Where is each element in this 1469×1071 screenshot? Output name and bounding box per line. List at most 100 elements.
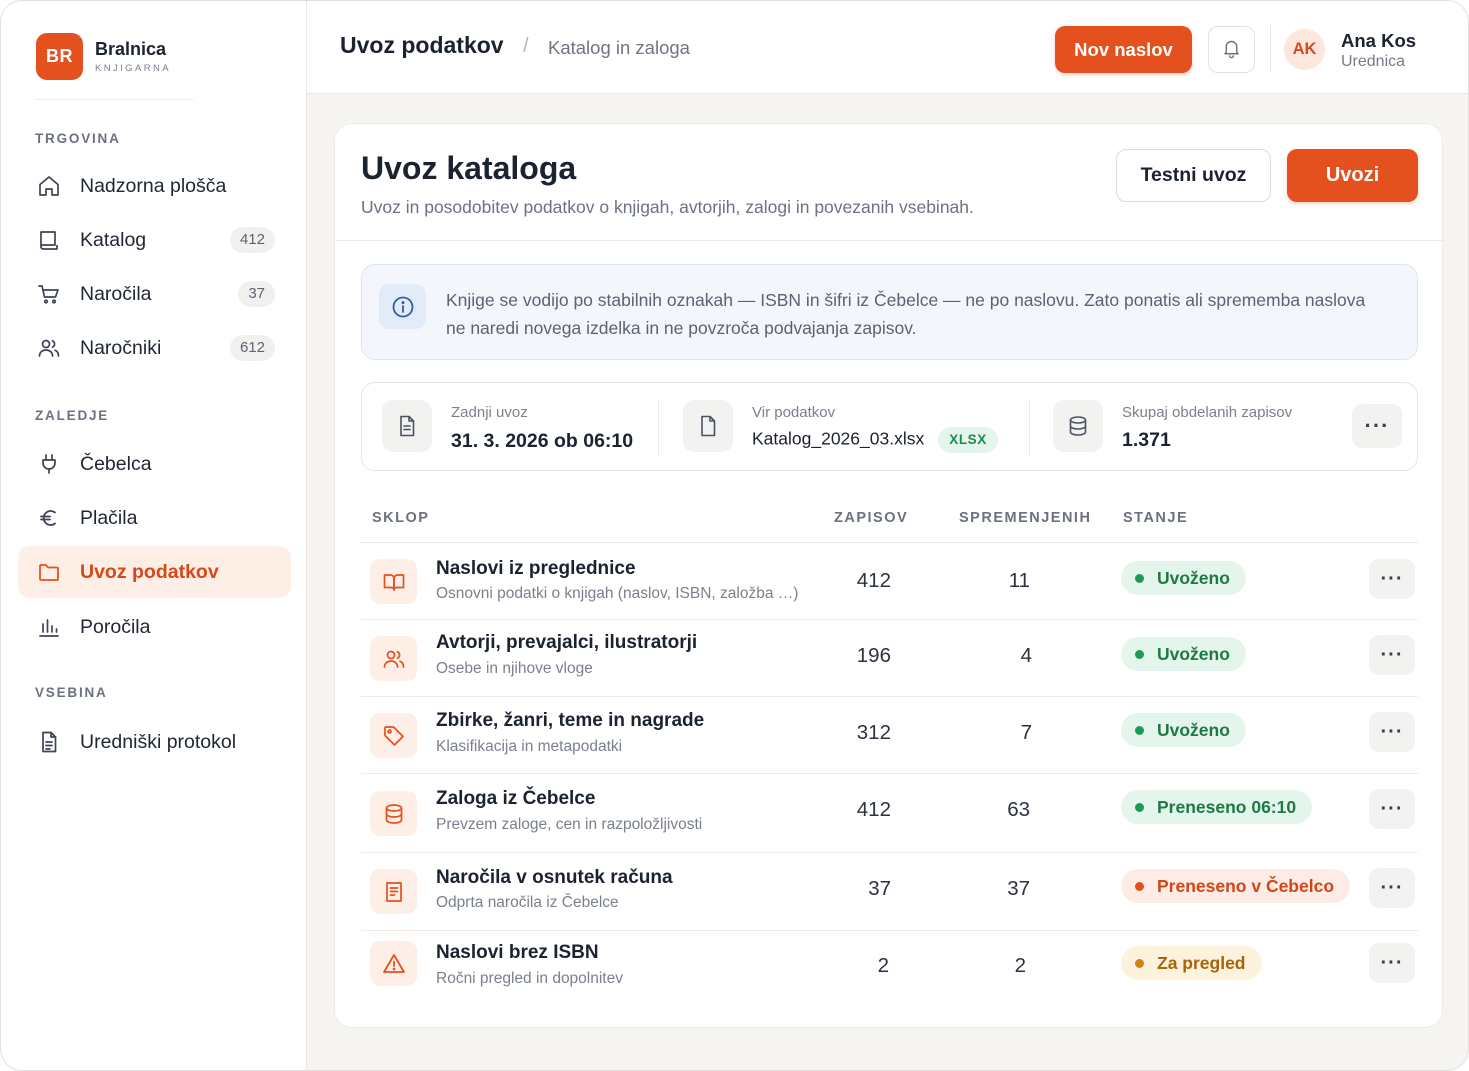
sidebar-item-label: Uvoz podatkov (80, 560, 219, 583)
avatar[interactable]: AK (1284, 29, 1325, 70)
breadcrumb-separator: / (523, 35, 529, 57)
breadcrumb[interactable]: Katalog in zaloga (548, 37, 690, 59)
top-bar: Uvoz podatkov / Katalog in zaloga Nov na… (307, 1, 1468, 94)
section-title-trgovina: TRGOVINA (35, 131, 121, 146)
records-count: 312 (856, 721, 891, 744)
receipt-icon (370, 869, 417, 914)
brand-logo: BR (36, 33, 83, 80)
changed-count: 37 (1007, 877, 1030, 900)
changed-count: 11 (1008, 569, 1030, 592)
sidebar-item-orders[interactable]: Naročila 37 (18, 268, 291, 320)
sidebar-item-label: Plačila (80, 506, 138, 529)
divider (335, 240, 1444, 241)
count-badge: 612 (229, 335, 275, 361)
plug-icon (36, 451, 62, 477)
test-import-button[interactable]: Testni uvoz (1116, 149, 1271, 202)
status-label: Za pregled (1157, 952, 1246, 973)
open-book-icon (370, 559, 417, 604)
section-title-vsebina: VSEBINA (35, 685, 108, 700)
sidebar-item-dashboard[interactable]: Nadzorna plošča (18, 160, 291, 212)
records-count: 37 (868, 877, 891, 900)
table-row[interactable]: Naslovi brez ISBN Ročni pregled in dopol… (361, 931, 1418, 1008)
row-title: Avtorji, prevajalci, ilustratorji (436, 632, 698, 653)
user-name[interactable]: Ana Kos (1341, 30, 1416, 52)
more-options-button[interactable]: ··· (1352, 404, 1402, 448)
sidebar-item-data-import[interactable]: Uvoz podatkov (18, 546, 291, 598)
changed-count: 2 (1014, 954, 1026, 977)
tag-icon (370, 713, 417, 758)
cart-icon (36, 281, 62, 307)
last-import-value: 31. 3. 2026 ob 06:10 (451, 430, 634, 452)
brand-subtitle: KNJIGARNA (95, 63, 171, 74)
row-more-button[interactable]: ··· (1369, 943, 1415, 983)
divider (34, 99, 194, 100)
brand[interactable]: BR Bralnica KNJIGARNA (36, 33, 171, 80)
database-icon (370, 791, 417, 836)
records-count: 2 (877, 954, 889, 977)
row-more-button[interactable]: ··· (1369, 559, 1415, 599)
row-description: Osebe in njihove vloge (436, 660, 593, 677)
row-title: Naslovi iz preglednice (436, 558, 636, 579)
card-title: Uvoz kataloga (361, 150, 577, 186)
sidebar-item-subscribers[interactable]: Naročniki 612 (18, 322, 291, 374)
status-badge: Uvoženo (1121, 713, 1246, 747)
divider (1029, 400, 1030, 455)
sidebar-item-catalog[interactable]: Katalog 412 (18, 214, 291, 266)
column-header-set: SKLOP (372, 510, 430, 526)
last-import: Zadnji uvoz 31. 3. 2026 ob 06:10 (382, 400, 633, 453)
column-header-status: STANJE (1123, 510, 1189, 526)
new-title-button[interactable]: Nov naslov (1055, 26, 1192, 73)
total-records: Skupaj obdelanih zapisov 1.371 (1053, 400, 1292, 452)
table-row[interactable]: Zbirke, žanri, teme in nagrade Klasifika… (361, 697, 1418, 774)
status-label: Uvoženo (1157, 719, 1230, 740)
source-file-name[interactable]: Katalog_2026_03.xlsx (752, 429, 924, 449)
database-icon (1053, 400, 1103, 452)
table-row[interactable]: Zaloga iz Čebelce Prevzem zaloge, cen in… (361, 774, 1418, 853)
row-title: Naslovi brez ISBN (436, 942, 599, 963)
row-title: Naročila v osnutek računa (436, 867, 673, 888)
column-header-records: ZAPISOV (834, 510, 909, 526)
row-more-button[interactable]: ··· (1369, 712, 1415, 752)
row-more-button[interactable]: ··· (1369, 789, 1415, 829)
changed-count: 7 (1020, 721, 1032, 744)
row-more-button[interactable]: ··· (1369, 868, 1415, 908)
home-icon (36, 173, 62, 199)
table-row[interactable]: Naročila v osnutek računa Odprta naročil… (361, 853, 1418, 931)
changed-count: 4 (1020, 644, 1032, 667)
row-description: Osnovni podatki o knjigah (naslov, ISBN,… (436, 585, 799, 602)
sidebar-item-editorial-protocol[interactable]: Uredniški protokol (18, 716, 291, 768)
sidebar-item-payments[interactable]: Plačila (18, 492, 291, 544)
status-badge: Preneseno v Čebelco (1121, 869, 1351, 903)
bell-icon (1221, 38, 1242, 62)
total-label: Skupaj obdelanih zapisov (1122, 404, 1293, 421)
card-subtitle: Uvoz in posodobitev podatkov o knjigah, … (361, 197, 974, 217)
row-more-button[interactable]: ··· (1369, 635, 1415, 675)
sidebar-item-reports[interactable]: Poročila (18, 601, 291, 653)
sidebar-item-cebelca[interactable]: Čebelca (18, 438, 291, 490)
document-icon (36, 729, 62, 755)
user-role: Urednica (1341, 53, 1406, 70)
status-dot (1135, 958, 1144, 968)
sidebar-item-label: Naročniki (80, 336, 162, 359)
book-icon (36, 227, 62, 253)
status-badge: Uvoženo (1121, 637, 1246, 671)
file-text-icon (382, 400, 432, 452)
data-source: Vir podatkov Katalog_2026_03.xlsx XLSX (683, 400, 998, 453)
section-title-zaledje: ZALEDJE (35, 408, 110, 423)
status-dot (1135, 881, 1144, 891)
table-row[interactable]: Avtorji, prevajalci, ilustratorji Osebe … (361, 620, 1418, 697)
divider (1270, 25, 1271, 73)
sidebar-item-label: Čebelca (80, 452, 152, 475)
brand-name: Bralnica (95, 39, 167, 59)
last-import-label: Zadnji uvoz (451, 404, 528, 421)
notifications-button[interactable] (1208, 26, 1255, 73)
status-badge: Za pregled (1121, 946, 1262, 980)
page-title: Uvoz podatkov (340, 32, 504, 58)
status-dot (1135, 725, 1144, 735)
import-button[interactable]: Uvozi (1287, 149, 1418, 202)
table-row[interactable]: Naslovi iz preglednice Osnovni podatki o… (361, 543, 1418, 620)
count-badge: 37 (238, 281, 275, 307)
import-summary: Zadnji uvoz 31. 3. 2026 ob 06:10 Vir pod… (361, 382, 1418, 471)
users-icon (36, 335, 62, 361)
source-label: Vir podatkov (752, 404, 836, 421)
